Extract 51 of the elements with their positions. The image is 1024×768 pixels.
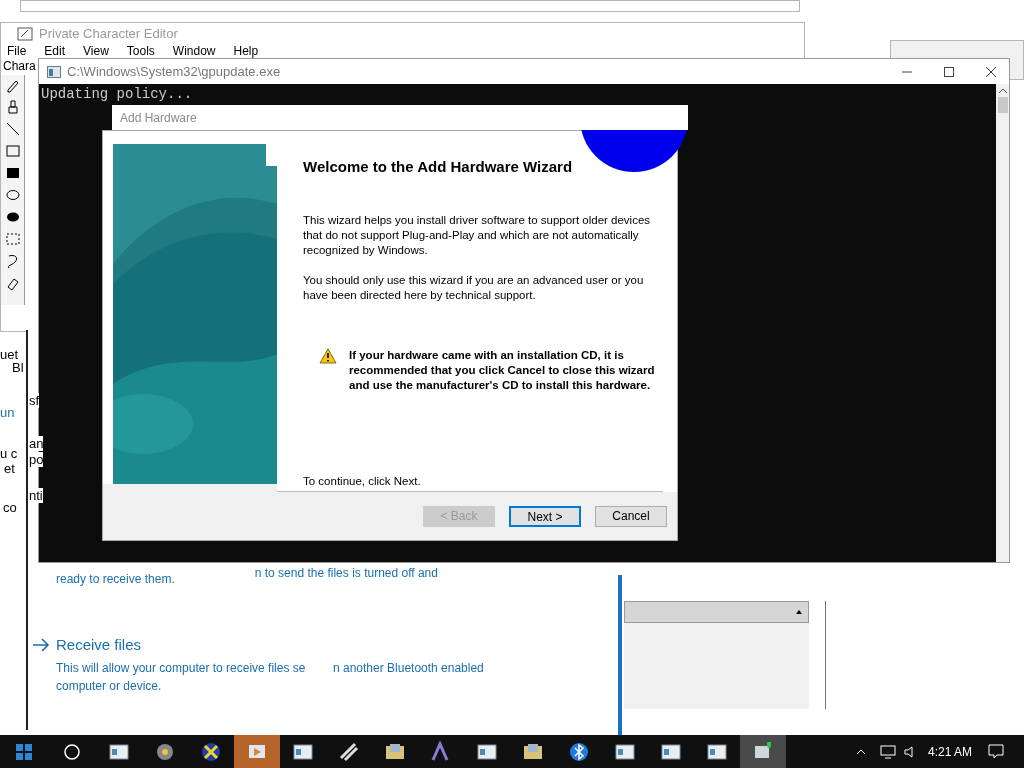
menu-item[interactable]: View [83,45,109,57]
menu-item[interactable]: File [7,45,27,57]
menu-item[interactable]: Edit [44,45,66,57]
dialog-button[interactable]: Cancel [595,505,667,527]
ellipse-icon[interactable] [4,187,21,203]
text-fragment: po [29,452,44,467]
description-text: computer or device. [56,677,163,695]
body-text: This wizard helps you install driver software to support older devices that do not support Plug-and-Play and which are not automatically recognized by Windows. [302,212,652,258]
warning-icon [319,347,337,364]
description-text: This will allow your computer to receive files se [56,659,306,677]
search-icon [63,742,81,761]
text-fragment: nti [29,488,43,503]
scroll-up-icon[interactable] [998,88,1007,93]
line-icon[interactable] [4,121,21,137]
description-text: ready to receive them. [56,571,175,588]
text-fragment: an [29,436,44,451]
console-output: Updating policy... [41,85,193,103]
window-title: Private Character Editor [39,25,178,44]
scroll-thumb[interactable] [997,97,1008,113]
notification-icon[interactable] [988,743,1004,760]
window-title: C:\Windows\System32\gpupdate.exe [67,62,281,81]
scrollbar[interactable] [996,84,1009,562]
windows-logo-icon [16,743,32,760]
maximize-icon[interactable] [943,65,955,78]
taskbar-button[interactable] [740,735,786,768]
monitor-icon[interactable] [879,744,896,759]
editor-app-icon [17,27,33,41]
character-label: Chara [3,59,36,73]
selection-icon[interactable] [4,231,21,247]
dialog-title: Add Hardware [120,109,197,127]
close-icon[interactable] [985,65,997,78]
menu-item[interactable]: Tools [126,45,155,57]
arrow-right-icon [32,638,50,653]
warning-text: If your hardware came with an installation CD, it is recommended that you click Cancel to close this wizard and use the manufacturer's CD to install this hardware. [349,347,656,393]
console-icon [47,65,61,78]
dialog-button[interactable]: Next > [509,505,581,527]
text-fragment: sf [29,393,40,408]
rectangle-icon[interactable] [4,143,21,159]
menu-item[interactable]: Window [172,45,216,57]
wizard-heading: Welcome to the Add Hardware Wizard [302,157,574,177]
text-fragment: et [4,461,15,476]
caret-icon [796,610,802,614]
menu-item[interactable]: Help [233,45,259,57]
description-text: n another Bluetooth enabled [332,659,484,677]
chevron-up-icon[interactable] [855,748,866,755]
body-text: You should only use this wizard if you are an advanced user or you have been directed here by technical support. [302,272,645,303]
receive-files-link[interactable]: Receive files [56,634,142,657]
text-fragment: uet [0,347,19,362]
clock[interactable]: 4:21 AM [927,742,972,761]
filled-rectangle-icon[interactable] [4,165,21,181]
description-text: n to send the files is turned off and [254,565,438,582]
